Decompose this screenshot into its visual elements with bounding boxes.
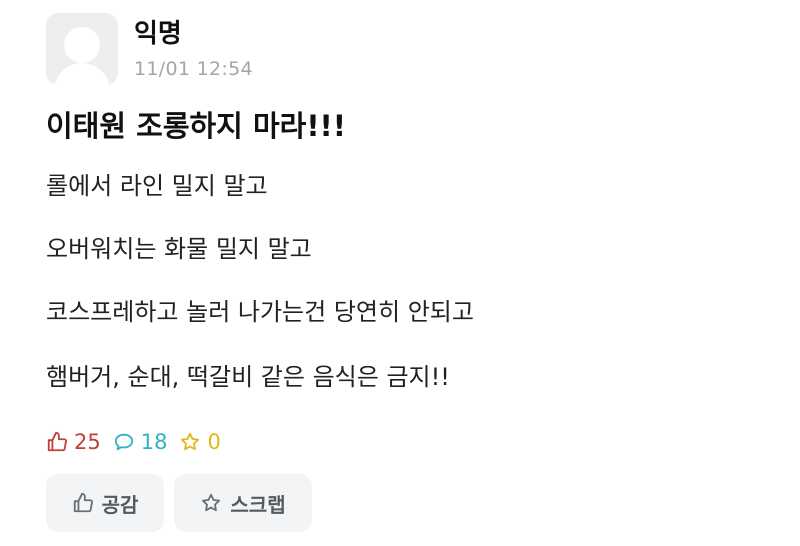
scrap-count-stat: 0 (179, 428, 221, 456)
post-actions: 공감 스크랩 (46, 474, 322, 532)
post-card: 익명 11/01 12:54 이태원 조롱하지 마라!!! 롤에서 라인 밀지 … (0, 0, 800, 546)
star-icon (202, 493, 221, 512)
avatar[interactable] (46, 13, 118, 85)
post-body-line: 오버워치는 화물 밀지 말고 (46, 235, 312, 263)
avatar-head-shape (64, 27, 100, 63)
author-row: 익명 11/01 12:54 (46, 13, 253, 85)
avatar-body-shape (54, 63, 110, 85)
like-count: 25 (74, 430, 101, 454)
post-body-line: 롤에서 라인 밀지 말고 (46, 172, 268, 200)
post-timestamp: 11/01 12:54 (134, 58, 253, 80)
comment-count: 18 (140, 430, 168, 454)
post-body-line: 코스프레하고 놀러 나가는건 당연히 안되고 (46, 298, 474, 326)
speech-bubble-icon (114, 433, 133, 451)
scrap-count: 0 (207, 430, 221, 454)
like-button[interactable]: 공감 (46, 474, 164, 532)
author-meta: 익명 11/01 12:54 (134, 13, 253, 81)
thumbs-up-icon (47, 431, 67, 452)
scrap-button[interactable]: 스크랩 (174, 474, 312, 532)
post-stats: 25 18 0 (46, 428, 233, 456)
comment-count-stat: 18 (113, 428, 168, 456)
star-icon (181, 432, 200, 451)
scrap-button-label: 스크랩 (230, 492, 286, 517)
author-name: 익명 (134, 19, 182, 49)
thumbs-up-icon (73, 492, 93, 513)
post-body-line: 햄버거, 순대, 떡갈비 같은 음식은 금지!! (46, 363, 450, 391)
like-button-label: 공감 (101, 492, 139, 517)
like-count-stat: 25 (46, 428, 101, 456)
post-title: 이태원 조롱하지 마라!!! (46, 109, 346, 143)
